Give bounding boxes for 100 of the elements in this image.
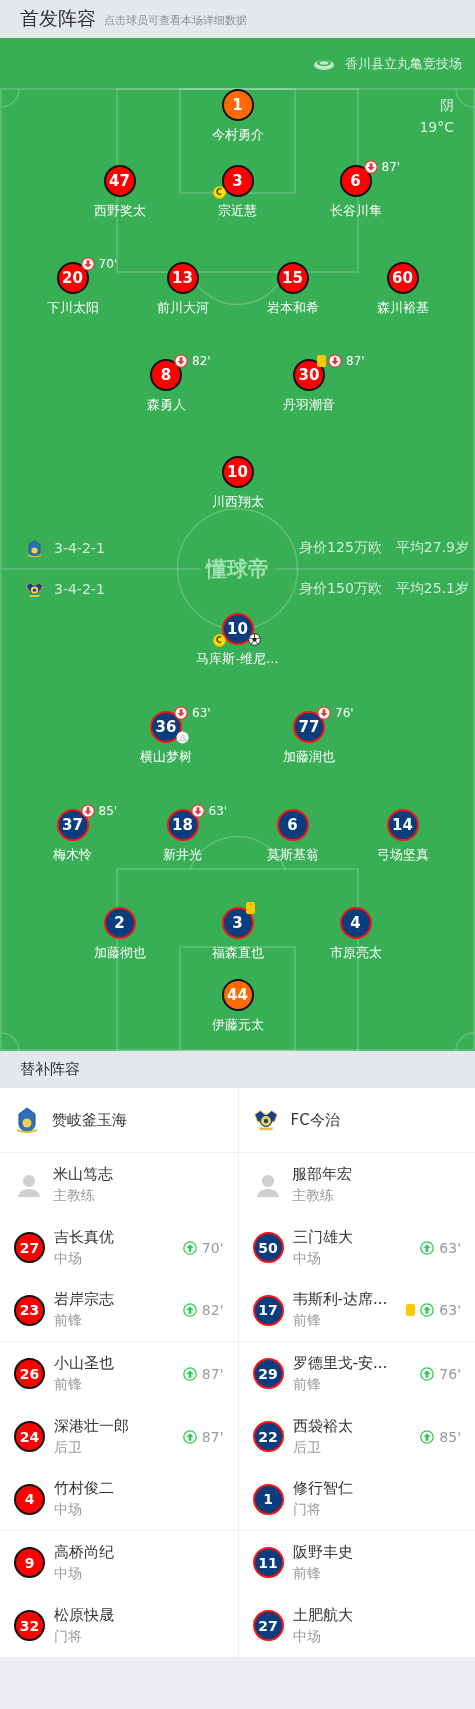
- sub-off-icon: [363, 160, 378, 174]
- player-name[interactable]: 前川大河: [156, 300, 209, 316]
- player-name[interactable]: 莫斯基翁: [266, 847, 319, 863]
- player-number[interactable]: 17: [252, 1294, 284, 1326]
- player-name[interactable]: 西袋裕太: [292, 1416, 353, 1436]
- player-name[interactable]: 西野奖太: [93, 203, 146, 219]
- player-number[interactable]: 29: [252, 1358, 284, 1389]
- player-name[interactable]: 川西翔太: [211, 494, 264, 510]
- player-name[interactable]: 弓场坚真: [376, 847, 429, 863]
- player-name[interactable]: 福森直也: [211, 945, 264, 961]
- player-number[interactable]: 10: [221, 456, 254, 488]
- player-number[interactable]: 22: [252, 1421, 284, 1452]
- booking-card-icon: [406, 1304, 416, 1316]
- player-name[interactable]: 阪野丰史: [292, 1542, 353, 1562]
- player-position: 门将: [292, 1501, 322, 1519]
- player-number[interactable]: 3: [221, 907, 254, 939]
- team-badge-icon: [25, 538, 44, 558]
- player-name[interactable]: 宗近慧: [218, 203, 257, 219]
- coach-role: 主教练: [53, 1186, 96, 1205]
- player-name[interactable]: 伊藤元太: [211, 1017, 264, 1033]
- player-number[interactable]: 60: [386, 262, 419, 294]
- player-number[interactable]: 1: [221, 89, 254, 121]
- player-number[interactable]: 13: [166, 262, 199, 294]
- player-name[interactable]: 土肥航大: [292, 1605, 353, 1625]
- player-name[interactable]: 岩岸宗志: [54, 1290, 114, 1309]
- player-number[interactable]: 15: [276, 262, 309, 294]
- average-age: 平均27.9岁: [395, 539, 469, 557]
- sub-off-icon: [317, 706, 331, 720]
- sub-minute: 76': [439, 1365, 461, 1382]
- player-name[interactable]: 加藤彻也: [93, 945, 146, 961]
- sub-off-icon: [328, 354, 342, 368]
- player-number[interactable]: 50: [252, 1232, 284, 1263]
- player-number[interactable]: 9: [14, 1547, 45, 1578]
- coach-role: 主教练: [291, 1186, 335, 1205]
- player-name[interactable]: 小山圣也: [54, 1353, 114, 1373]
- player-name[interactable]: 森川裕基: [376, 300, 429, 316]
- player-name[interactable]: 深港壮一郎: [54, 1416, 129, 1436]
- market-value: 身价125万欧: [299, 539, 382, 557]
- player-name[interactable]: 今村勇介: [211, 127, 264, 143]
- player-number[interactable]: 14: [386, 809, 419, 841]
- player-number[interactable]: 44: [221, 979, 254, 1011]
- player-position: 后卫: [54, 1438, 83, 1457]
- player-name[interactable]: 市原亮太: [329, 945, 382, 961]
- player-number[interactable]: 20: [56, 262, 89, 294]
- player-number[interactable]: 6: [276, 809, 309, 841]
- player-position: 前锋: [54, 1312, 83, 1330]
- player-number[interactable]: 11: [252, 1547, 284, 1578]
- player-name[interactable]: 竹村俊二: [54, 1479, 114, 1498]
- player-position: 中场: [292, 1249, 322, 1268]
- player-number[interactable]: 27: [14, 1232, 45, 1263]
- sub-on-icon: [182, 1429, 197, 1444]
- sub-on-icon: [182, 1303, 197, 1317]
- player-name[interactable]: 罗德里戈-安...: [292, 1353, 388, 1373]
- player-number[interactable]: 32: [14, 1610, 45, 1641]
- player-name[interactable]: 吉长真优: [54, 1227, 114, 1247]
- player-name[interactable]: 新井光: [163, 847, 202, 863]
- team-name: 赞岐釜玉海: [52, 1110, 127, 1130]
- sub-minute: 82': [192, 354, 211, 368]
- player-name[interactable]: 梅木怜: [53, 847, 92, 863]
- player-name[interactable]: 修行智仁: [292, 1479, 353, 1498]
- player-number[interactable]: 1: [252, 1483, 284, 1515]
- player-name[interactable]: 丹羽潮音: [283, 397, 335, 413]
- player-number[interactable]: 77: [293, 711, 325, 743]
- player-number[interactable]: 2: [103, 907, 136, 939]
- player-number[interactable]: 47: [103, 165, 136, 197]
- player-name[interactable]: 韦斯利-达席...: [292, 1290, 388, 1309]
- player-name[interactable]: 长谷川隼: [329, 203, 382, 219]
- player-number[interactable]: 8: [150, 359, 182, 391]
- player-name[interactable]: 岩本和希: [266, 300, 319, 316]
- sub-off-icon: [80, 804, 95, 818]
- player-name[interactable]: 森勇人: [146, 397, 186, 413]
- booking-card-icon: [317, 355, 326, 367]
- sub-minute: 70': [201, 1239, 224, 1256]
- player-name[interactable]: 松原快晟: [54, 1605, 114, 1625]
- player-number[interactable]: 30: [293, 359, 325, 391]
- player-number[interactable]: 26: [14, 1358, 45, 1389]
- player-number[interactable]: 6: [339, 165, 372, 197]
- weather-condition: 阴: [440, 97, 454, 115]
- player-number[interactable]: 10: [221, 613, 254, 645]
- sub-off-icon: [80, 257, 95, 271]
- coach-name[interactable]: 米山笃志: [53, 1164, 113, 1184]
- player-name[interactable]: 高桥尚纪: [54, 1542, 114, 1562]
- player-number[interactable]: 23: [14, 1294, 45, 1326]
- player-number[interactable]: 27: [252, 1610, 284, 1641]
- player-number[interactable]: 3: [221, 165, 254, 197]
- player-number[interactable]: 4: [14, 1483, 45, 1515]
- coach-name[interactable]: 服部年宏: [291, 1164, 352, 1184]
- player-number[interactable]: 37: [56, 809, 89, 841]
- player-position: 中场: [54, 1501, 83, 1519]
- player-name[interactable]: 三门雄大: [292, 1227, 353, 1247]
- sub-minute: 63': [439, 1239, 461, 1256]
- player-name[interactable]: 下川太阳: [46, 300, 99, 316]
- player-number[interactable]: 24: [14, 1421, 45, 1452]
- player-name[interactable]: 马库斯-维尼...: [196, 651, 279, 667]
- team-badge-icon: [14, 1106, 40, 1134]
- player-number[interactable]: 18: [166, 809, 199, 841]
- player-name[interactable]: 横山梦树: [140, 749, 192, 765]
- player-number[interactable]: 4: [339, 907, 372, 939]
- player-name[interactable]: 加藤润也: [283, 749, 335, 765]
- player-number[interactable]: 36: [150, 711, 182, 743]
